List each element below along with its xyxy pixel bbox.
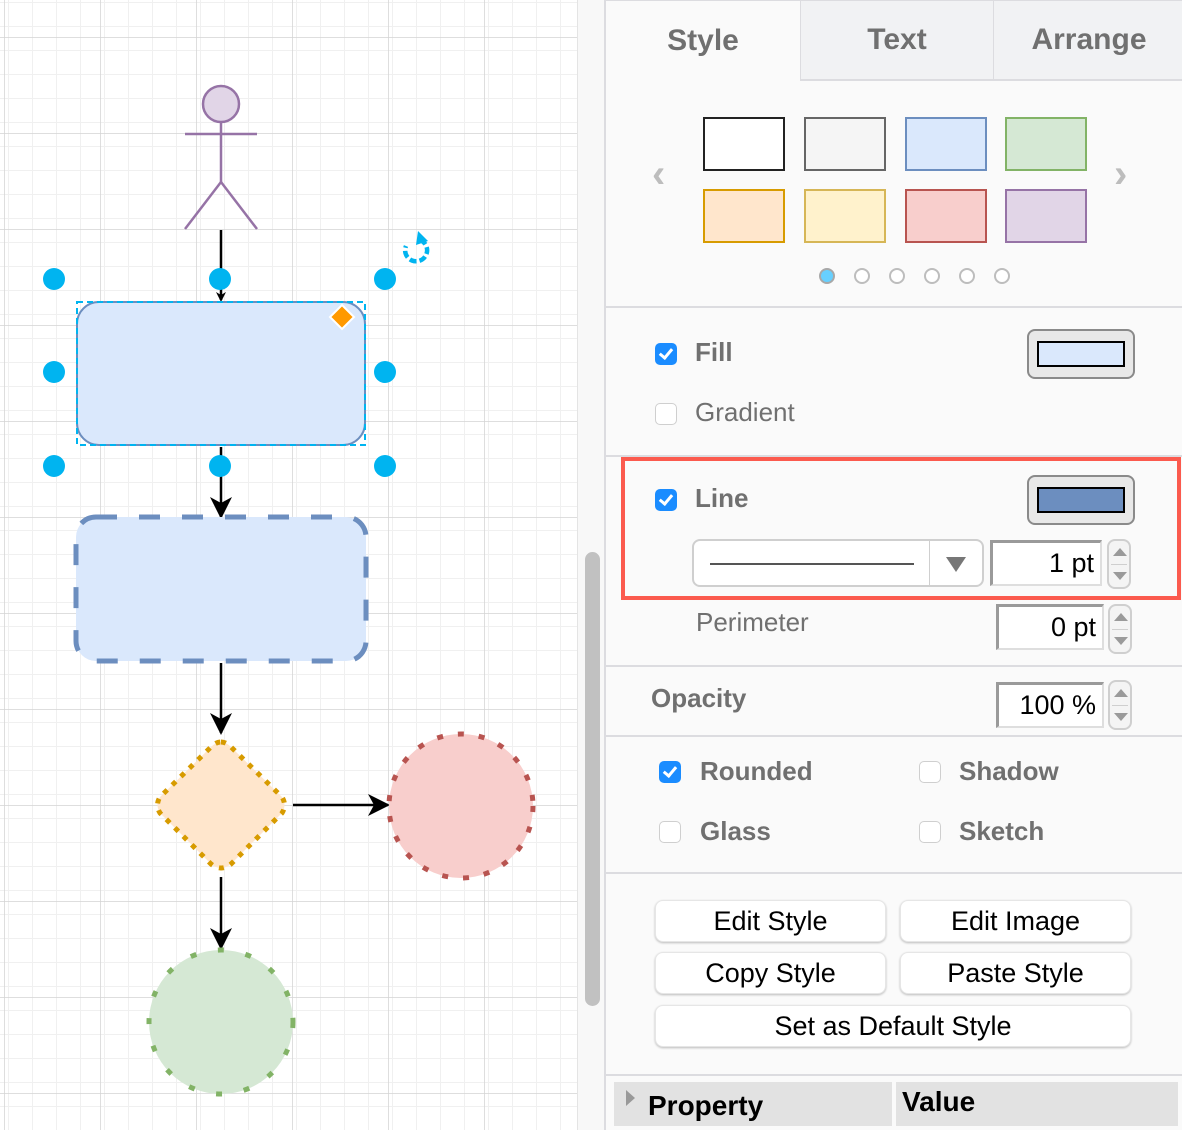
- diagram-canvas[interactable]: [0, 0, 577, 1130]
- chevron-left-icon[interactable]: ‹: [652, 154, 665, 194]
- selected-rounded-rect[interactable]: [76, 301, 366, 446]
- sketch-label: Sketch: [959, 816, 1045, 846]
- opacity-stepper[interactable]: [1108, 680, 1132, 730]
- paste-style-button[interactable]: Paste Style: [900, 952, 1131, 994]
- shadow-label: Shadow: [959, 756, 1059, 786]
- glass-checkbox[interactable]: [659, 821, 681, 843]
- property-column-header[interactable]: Property: [614, 1082, 892, 1126]
- canvas-vertical-scrollbar[interactable]: [577, 0, 604, 1130]
- dotted-red-circle[interactable]: [386, 731, 536, 881]
- preset-page-dot[interactable]: [959, 268, 975, 284]
- section-divider: [606, 735, 1182, 737]
- perimeter-label: Perimeter: [696, 607, 809, 637]
- increment-icon[interactable]: [1114, 689, 1128, 697]
- decrement-icon[interactable]: [1114, 637, 1128, 645]
- edit-style-button[interactable]: Edit Style: [655, 900, 886, 942]
- tab-style[interactable]: Style: [606, 0, 800, 81]
- decrement-icon[interactable]: [1113, 572, 1127, 580]
- perimeter-input[interactable]: 0 pt: [996, 604, 1104, 650]
- rounded-label: Rounded: [700, 756, 813, 786]
- section-divider: [606, 1074, 1182, 1076]
- tab-text[interactable]: Text: [800, 0, 994, 81]
- gradient-label: Gradient: [695, 397, 795, 427]
- style-preset-swatch[interactable]: [804, 189, 886, 243]
- resize-handle-s[interactable]: [209, 455, 231, 477]
- opacity-input[interactable]: 100 %: [996, 682, 1104, 728]
- style-preset-swatch[interactable]: [804, 117, 886, 171]
- style-preset-swatch[interactable]: [905, 117, 987, 171]
- value-header-label: Value: [902, 1086, 976, 1117]
- style-preset-swatch[interactable]: [1005, 117, 1087, 171]
- shadow-checkbox[interactable]: [919, 761, 941, 783]
- line-width-input[interactable]: 1 pt: [990, 540, 1102, 586]
- line-label: Line: [695, 483, 749, 513]
- expand-triangle-icon[interactable]: [626, 1090, 635, 1106]
- preset-page-dot[interactable]: [854, 268, 870, 284]
- preset-page-dot[interactable]: [924, 268, 940, 284]
- sketch-checkbox[interactable]: [919, 821, 941, 843]
- line-color-swatch: [1037, 487, 1125, 513]
- glass-label: Glass: [700, 816, 771, 846]
- style-preset-swatch[interactable]: [905, 189, 987, 243]
- section-divider: [606, 455, 1182, 457]
- copy-style-button[interactable]: Copy Style: [655, 952, 886, 994]
- line-color-button[interactable]: [1027, 475, 1135, 525]
- gradient-checkbox[interactable]: [655, 403, 677, 425]
- section-divider: [606, 665, 1182, 667]
- resize-handle-w[interactable]: [43, 361, 65, 383]
- resize-handle-se[interactable]: [374, 455, 396, 477]
- resize-handle-e[interactable]: [374, 361, 396, 383]
- increment-icon[interactable]: [1113, 548, 1127, 556]
- resize-handle-nw[interactable]: [43, 268, 65, 290]
- line-pattern-sample: [710, 563, 914, 565]
- value-column-header[interactable]: Value: [896, 1082, 1178, 1126]
- chevron-right-icon[interactable]: ›: [1114, 154, 1127, 194]
- resize-handle-sw[interactable]: [43, 455, 65, 477]
- preset-page-dot[interactable]: [819, 268, 835, 284]
- preset-page-dot[interactable]: [889, 268, 905, 284]
- decrement-icon[interactable]: [1114, 713, 1128, 721]
- fill-color-button[interactable]: [1027, 329, 1135, 379]
- resize-handle-ne[interactable]: [374, 268, 396, 290]
- fill-color-swatch: [1037, 341, 1125, 367]
- scrollbar-thumb[interactable]: [585, 552, 600, 1006]
- property-table: Property Value: [614, 1082, 1180, 1126]
- fill-label: Fill: [695, 337, 733, 367]
- opacity-label: Opacity: [651, 683, 747, 713]
- style-preset-swatch[interactable]: [1005, 189, 1087, 243]
- increment-icon[interactable]: [1114, 613, 1128, 621]
- set-default-style-button[interactable]: Set as Default Style: [655, 1005, 1131, 1047]
- edit-image-button[interactable]: Edit Image: [900, 900, 1131, 942]
- rounded-checkbox[interactable]: [659, 761, 681, 783]
- preset-page-dot[interactable]: [994, 268, 1010, 284]
- line-checkbox[interactable]: [655, 489, 677, 511]
- dashed-rounded-rect[interactable]: [73, 514, 369, 664]
- dropdown-arrow-icon: [946, 557, 966, 572]
- style-preset-swatch[interactable]: [703, 189, 785, 243]
- tab-arrange[interactable]: Arrange: [993, 0, 1182, 81]
- property-header-label: Property: [648, 1090, 764, 1121]
- line-width-stepper[interactable]: [1107, 539, 1131, 589]
- diagram-svg[interactable]: [0, 0, 577, 1130]
- dotted-green-circle[interactable]: [146, 947, 296, 1097]
- resize-handle-n[interactable]: [209, 268, 231, 290]
- line-pattern-select[interactable]: [692, 539, 984, 587]
- perimeter-stepper[interactable]: [1108, 604, 1132, 654]
- fill-checkbox[interactable]: [655, 343, 677, 365]
- section-divider: [606, 872, 1182, 874]
- section-divider: [606, 306, 1182, 308]
- format-panel: Style Text Arrange ‹ › Fill Gradient Lin…: [604, 0, 1182, 1130]
- select-separator: [929, 541, 930, 587]
- style-preset-swatch[interactable]: [703, 117, 785, 171]
